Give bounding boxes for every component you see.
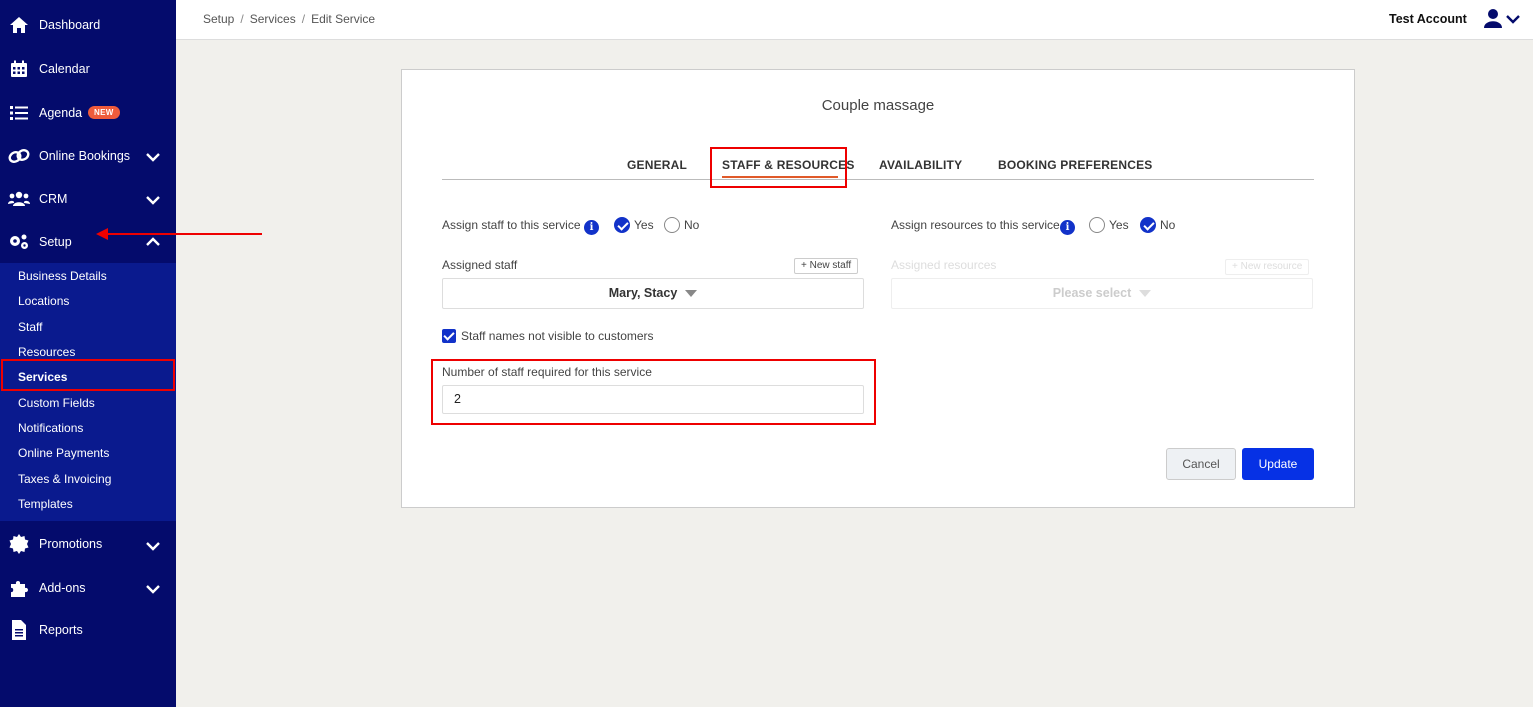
link-icon [8, 145, 30, 167]
sidebar-item-label: Promotions [39, 537, 103, 551]
page-title: Couple massage [821, 97, 935, 114]
sidebar-item-add-ons[interactable]: Add-ons [0, 566, 176, 610]
staff-names-hidden-label: Staff names not visible to customers [461, 329, 654, 343]
new-resource-button: + New resource [1225, 259, 1310, 275]
assign-resources-yes-radio[interactable] [1089, 217, 1105, 233]
home-icon [8, 14, 30, 36]
users-icon [8, 188, 30, 210]
chevron-down-icon[interactable] [145, 581, 161, 597]
sidebar: Dashboard Calendar Agenda NEW Online Boo… [0, 0, 176, 707]
chevron-down-icon[interactable] [145, 192, 161, 208]
info-icon[interactable]: i [1060, 220, 1075, 235]
chevron-down-icon[interactable] [145, 538, 161, 554]
sidebar-item-label: CRM [39, 192, 68, 206]
radio-label-no: No [1160, 218, 1176, 232]
breadcrumb-edit-service: Edit Service [311, 12, 376, 26]
list-icon [8, 102, 30, 124]
caret-down-icon [685, 290, 698, 298]
update-button[interactable]: Update [1242, 448, 1314, 480]
radio-label-yes: Yes [634, 218, 654, 232]
submenu-item-staff[interactable]: Staff [18, 320, 42, 334]
sidebar-item-online-bookings[interactable]: Online Bookings [0, 134, 176, 178]
puzzle-icon [8, 577, 30, 599]
assigned-staff-value: Mary, Stacy [608, 286, 678, 300]
radio-label-no: No [684, 218, 700, 232]
new-staff-button[interactable]: + New staff [794, 258, 859, 274]
tab-booking-preferences[interactable]: BOOKING PREFERENCES [998, 158, 1153, 172]
tab-general[interactable]: GENERAL [627, 158, 687, 172]
assign-staff-no-radio[interactable] [664, 217, 680, 233]
submenu-item-business-details[interactable]: Business Details [18, 269, 107, 283]
staff-names-hidden-checkbox[interactable] [442, 329, 456, 343]
services-highlight-box [1, 359, 175, 391]
assign-staff-yes-radio[interactable] [614, 217, 630, 233]
breadcrumb: Setup / Services / Edit Service [203, 12, 376, 26]
sidebar-item-reports[interactable]: Reports [0, 608, 176, 652]
annotation-arrow-icon [96, 228, 262, 240]
assign-staff-label: Assign staff to this service [442, 218, 581, 232]
user-menu-icon[interactable] [1484, 8, 1524, 30]
radio-label-yes: Yes [1109, 218, 1129, 232]
submenu-item-online-payments[interactable]: Online Payments [18, 446, 109, 460]
sidebar-item-label: Add-ons [39, 581, 86, 595]
tab-availability[interactable]: AVAILABILITY [879, 158, 962, 172]
submenu-item-taxes-invoicing[interactable]: Taxes & Invoicing [18, 472, 111, 486]
assigned-resources-placeholder: Please select [1052, 286, 1132, 300]
submenu-item-locations[interactable]: Locations [18, 294, 69, 308]
submenu-item-templates[interactable]: Templates [18, 497, 73, 511]
caret-down-icon [1139, 290, 1152, 298]
chevron-down-icon[interactable] [145, 149, 161, 165]
sidebar-item-dashboard[interactable]: Dashboard [0, 3, 176, 47]
sidebar-item-label: Online Bookings [39, 149, 131, 163]
cancel-button[interactable]: Cancel [1166, 448, 1236, 480]
edit-service-card: Couple massage GENERAL STAFF & RESOURCES… [401, 69, 1355, 508]
breadcrumb-services[interactable]: Services [250, 12, 296, 26]
assign-resources-label: Assign resources to this service [891, 218, 1060, 232]
sidebar-item-label: Agenda [39, 106, 83, 120]
sidebar-item-agenda[interactable]: Agenda NEW [0, 91, 176, 135]
info-icon[interactable]: i [584, 220, 599, 235]
num-staff-highlight-box [431, 359, 876, 425]
sidebar-item-calendar[interactable]: Calendar [0, 47, 176, 91]
sidebar-item-crm[interactable]: CRM [0, 177, 176, 221]
tab-bar: GENERAL STAFF & RESOURCES AVAILABILITY B… [442, 150, 1314, 180]
gears-icon [8, 231, 30, 253]
tab-highlight-box [710, 147, 847, 188]
assign-resources-no-radio[interactable] [1140, 217, 1156, 233]
assigned-staff-select[interactable]: Mary, Stacy [442, 278, 864, 309]
document-icon [8, 619, 30, 641]
assigned-staff-label: Assigned staff [442, 258, 518, 272]
assigned-resources-select: Please select [891, 278, 1313, 309]
sidebar-item-promotions[interactable]: Promotions [0, 522, 176, 566]
sidebar-item-label: Dashboard [39, 18, 101, 32]
sidebar-item-label: Setup [39, 235, 72, 249]
submenu-item-custom-fields[interactable]: Custom Fields [18, 396, 95, 410]
assigned-resources-label: Assigned resources [891, 258, 997, 272]
badge-icon [8, 533, 30, 555]
submenu-item-notifications[interactable]: Notifications [18, 421, 83, 435]
new-badge: NEW [88, 106, 120, 119]
calendar-icon [8, 58, 30, 80]
top-bar: Setup / Services / Edit Service Test Account [176, 0, 1533, 40]
sidebar-item-label: Calendar [39, 62, 90, 76]
account-name[interactable]: Test Account [1389, 12, 1467, 26]
sidebar-item-label: Reports [39, 623, 83, 637]
breadcrumb-setup[interactable]: Setup [203, 12, 234, 26]
submenu-item-resources[interactable]: Resources [18, 345, 75, 359]
